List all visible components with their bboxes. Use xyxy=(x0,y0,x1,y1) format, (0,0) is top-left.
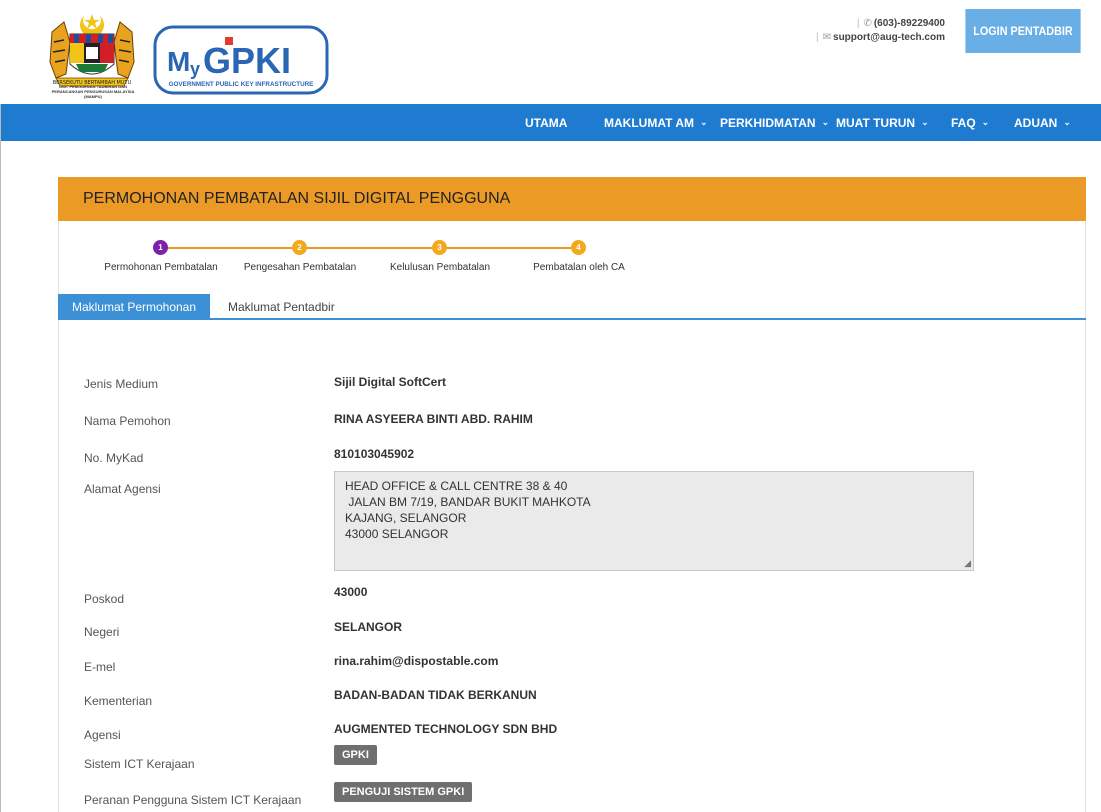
login-admin-button[interactable]: LOGIN PENTADBIR xyxy=(965,9,1081,53)
field-value-kementerian: BADAN-BADAN TIDAK BERKANUN xyxy=(334,688,537,702)
nav-maklumat-am[interactable]: MAKLUMAT AM ⌄ xyxy=(604,104,708,141)
step-3-marker: 3 xyxy=(432,240,447,255)
nav-label: UTAMA xyxy=(525,115,568,130)
panel-border xyxy=(1085,221,1086,812)
tab-maklumat-pentadbir[interactable]: Maklumat Pentadbir xyxy=(228,294,335,319)
step-2-label: Pengesahan Pembatalan xyxy=(243,262,357,273)
field-label-negeri: Negeri xyxy=(84,625,120,639)
address-line: 43000 SELANGOR xyxy=(345,527,449,541)
site-header: BERSEKUTU BERTAMBAH MUTU UNIT PEMODENAN … xyxy=(0,0,1101,104)
contact-phone: (603)-89229400 xyxy=(873,18,945,29)
nav-label: ADUAN xyxy=(1014,115,1058,130)
field-label-kementerian: Kementerian xyxy=(84,694,153,708)
field-label-agensi: Agensi xyxy=(84,728,121,742)
step-2-marker: 2 xyxy=(292,240,307,255)
field-label-sistem: Sistem ICT Kerajaan xyxy=(84,757,195,771)
step-connector xyxy=(161,247,298,249)
nav-label: PERKHIDMATAN xyxy=(720,115,816,130)
chevron-down-icon: ⌄ xyxy=(921,117,929,127)
svg-text:PKI: PKI xyxy=(231,40,291,81)
field-label-peranan: Peranan Pengguna Sistem ICT Kerajaan xyxy=(84,793,302,807)
field-label-emel: E-mel xyxy=(84,660,116,674)
svg-text:GOVERNMENT PUBLIC KEY INFRASTR: GOVERNMENT PUBLIC KEY INFRASTRUCTURE xyxy=(169,81,314,88)
main-nav: UTAMA MAKLUMAT AM ⌄ PERKHIDMATAN ⌄ MUAT … xyxy=(1,104,1101,141)
svg-text:G: G xyxy=(203,40,231,81)
address-line: KAJANG, SELANGOR xyxy=(345,511,467,525)
field-value-nama: RINA ASYEERA BINTI ABD. RAHIM xyxy=(334,412,533,426)
peranan-badge: PENGUJI SISTEM GPKI xyxy=(334,782,473,802)
contact-info: | ✆ (603)-89229400 | ✉ support@aug-tech.com xyxy=(816,18,945,43)
field-label-nama: Nama Pemohon xyxy=(84,414,171,428)
nav-perkhidmatan[interactable]: PERKHIDMATAN ⌄ xyxy=(720,104,829,141)
phone-icon: ✆ xyxy=(863,18,872,29)
step-1-marker: 1 xyxy=(153,240,168,255)
mygpki-logo[interactable]: M y G PKI GOVERNMENT PUBLIC KEY INFRASTR… xyxy=(153,25,329,95)
chevron-down-icon: ⌄ xyxy=(821,117,830,127)
field-value-negeri: SELANGOR xyxy=(334,620,403,634)
step-4-label: Pembatalan oleh CA xyxy=(533,262,625,273)
address-line: HEAD OFFICE & CALL CENTRE 38 & 40 xyxy=(345,479,568,493)
field-value-agensi: AUGMENTED TECHNOLOGY SDN BHD xyxy=(334,722,558,736)
crest-caption: UNIT PEMODENAN TADBIRAN DAN PERANCANGAN … xyxy=(51,84,135,99)
field-value-mykad: 810103045902 xyxy=(334,447,415,461)
field-label-alamat: Alamat Agensi xyxy=(84,482,161,496)
step-4-marker: 4 xyxy=(571,240,586,255)
chevron-down-icon: ⌄ xyxy=(1063,117,1071,127)
nav-faq[interactable]: FAQ ⌄ xyxy=(951,104,989,141)
nav-label: MAKLUMAT AM xyxy=(604,115,694,130)
nav-label: MUAT TURUN xyxy=(836,115,916,130)
mail-icon: ✉ xyxy=(822,32,832,43)
field-value-poskod: 43000 xyxy=(334,585,368,599)
coat-of-arms-logo[interactable]: BERSEKUTU BERTAMBAH MUTU xyxy=(46,12,138,94)
contact-email[interactable]: support@aug-tech.com xyxy=(833,32,945,43)
sistem-ict-badge: GPKI xyxy=(334,745,377,765)
nav-aduan[interactable]: ADUAN ⌄ xyxy=(1014,104,1071,141)
field-label-poskod: Poskod xyxy=(84,592,125,606)
field-value-jenis-medium: Sijil Digital SoftCert xyxy=(334,375,447,389)
step-1-label: Permohonan Pembatalan xyxy=(104,262,218,273)
svg-text:M: M xyxy=(167,46,190,77)
address-line: JALAN BM 7/19, BANDAR BUKIT MAHKOTA xyxy=(345,495,591,509)
tab-underline xyxy=(58,318,1086,320)
chevron-down-icon: ⌄ xyxy=(981,117,990,127)
nav-muat-turun[interactable]: MUAT TURUN ⌄ xyxy=(836,104,929,141)
step-connector xyxy=(440,247,578,249)
field-label-jenis-medium: Jenis Medium xyxy=(84,377,159,391)
nav-label: FAQ xyxy=(951,115,976,130)
step-3-label: Kelulusan Pembatalan xyxy=(389,262,491,273)
field-value-emel: rina.rahim@dispostable.com xyxy=(334,654,499,668)
panel-header: PERMOHONAN PEMBATALAN SIJIL DIGITAL PENG… xyxy=(58,177,1086,221)
svg-text:y: y xyxy=(190,59,200,79)
nav-utama[interactable]: UTAMA xyxy=(525,104,567,141)
chevron-down-icon: ⌄ xyxy=(699,117,708,127)
tab-maklumat-permohonan[interactable]: Maklumat Permohonan xyxy=(58,294,210,319)
field-label-mykad: No. MyKad xyxy=(84,451,144,465)
address-textarea[interactable]: HEAD OFFICE & CALL CENTRE 38 & 40 JALAN … xyxy=(334,471,974,571)
resize-handle-icon[interactable]: ◢ xyxy=(964,559,971,568)
page-title: PERMOHONAN PEMBATALAN SIJIL DIGITAL PENG… xyxy=(83,190,511,207)
step-connector xyxy=(300,247,438,249)
